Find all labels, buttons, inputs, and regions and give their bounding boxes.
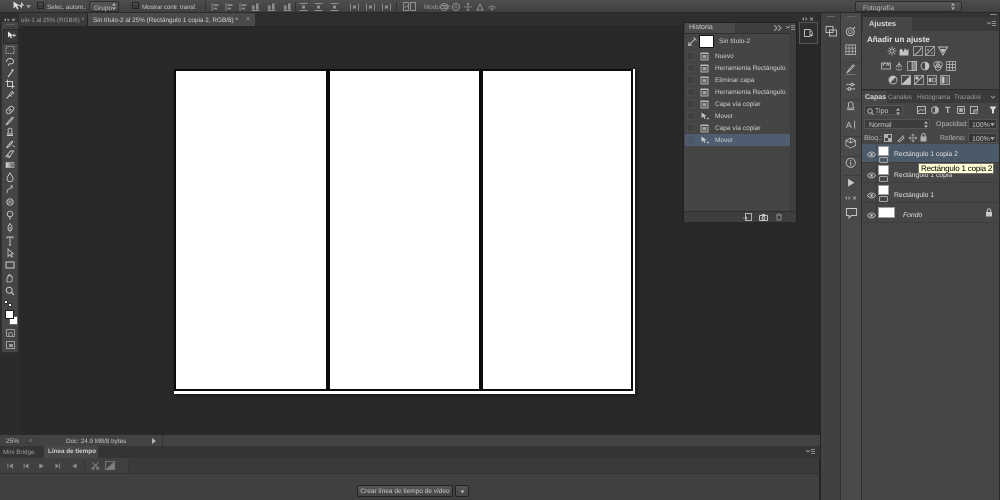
svg-text:A: A [846, 121, 852, 131]
